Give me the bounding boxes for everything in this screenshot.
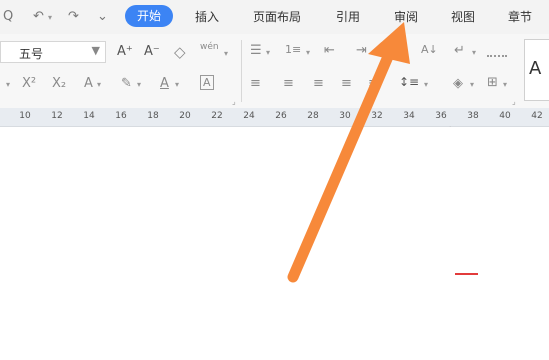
annotation-arrow-head [368, 22, 410, 64]
annotation-arrow-shaft [287, 46, 396, 283]
annotation-arrow [287, 22, 410, 283]
